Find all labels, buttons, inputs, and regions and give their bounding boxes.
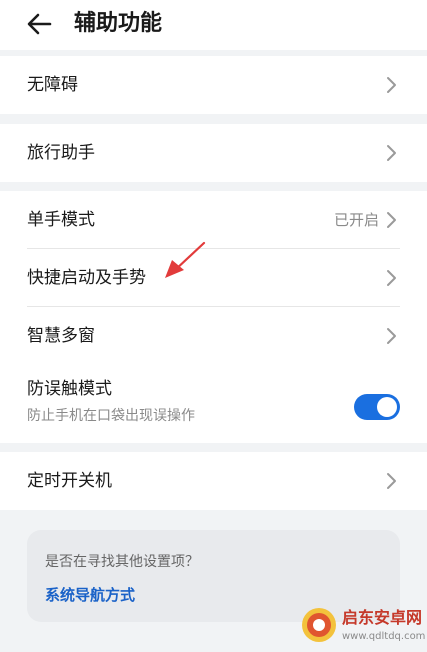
watermark: 启东安卓网 www.qdltdq.com (296, 600, 427, 652)
row-label: 无障碍 (27, 75, 78, 95)
arrow-left-icon[interactable] (24, 8, 56, 40)
card-accessibility: 无障碍 (0, 56, 427, 114)
watermark-title: 启东安卓网 (342, 608, 423, 627)
row-label: 快捷启动及手势 (27, 268, 146, 288)
row-label: 定时开关机 (27, 471, 112, 491)
mistouch-toggle[interactable] (354, 394, 400, 420)
row-label: 旅行助手 (27, 143, 95, 163)
page-title: 辅助功能 (74, 11, 163, 36)
nav-method-link[interactable]: 系统导航方式 (45, 584, 135, 606)
row-smart-window[interactable]: 智慧多窗 (0, 307, 427, 365)
card-schedule: 定时开关机 (0, 452, 427, 510)
row-accessibility[interactable]: 无障碍 (0, 56, 427, 114)
row-mistouch[interactable]: 防误触模式 防止手机在口袋出现误操作 (0, 365, 427, 443)
watermark-url: www.qdltdq.com (342, 631, 426, 642)
chevron-right-icon (387, 212, 396, 228)
chevron-right-icon (387, 77, 396, 93)
row-sub-label: 防止手机在口袋出现误操作 (27, 408, 195, 424)
red-arrow-icon (165, 241, 206, 278)
suggestion-question: 是否在寻找其他设置项？ (45, 554, 199, 570)
card-travel: 旅行助手 (0, 124, 427, 182)
watermark-logo-icon (302, 608, 336, 642)
chevron-right-icon (387, 328, 396, 344)
row-label: 防误触模式 (27, 379, 112, 399)
row-label: 单手模式 (27, 210, 95, 230)
app-header: 辅助功能 (0, 0, 427, 50)
status-value: 已开启 (333, 211, 379, 229)
row-schedule[interactable]: 定时开关机 (0, 452, 427, 510)
toggle-knob (377, 397, 397, 417)
card-mistouch: 防误触模式 防止手机在口袋出现误操作 (0, 365, 427, 443)
chevron-right-icon (387, 145, 396, 161)
chevron-right-icon (387, 473, 396, 489)
row-label: 智慧多窗 (27, 326, 95, 346)
row-travel[interactable]: 旅行助手 (0, 124, 427, 182)
chevron-right-icon (387, 270, 396, 286)
